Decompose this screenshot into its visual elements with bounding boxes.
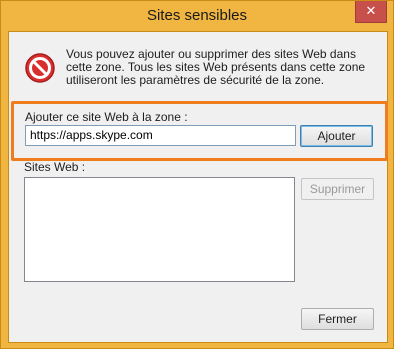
remove-button[interactable]: Supprimer [301, 178, 374, 200]
dialog-window: Sites sensibles ✕ Vous pouvez ajouter ou… [0, 0, 394, 349]
info-message: Vous pouvez ajouter ou supprimer des sit… [66, 47, 366, 87]
close-window-button[interactable]: ✕ [355, 1, 387, 23]
add-button[interactable]: Ajouter [300, 125, 373, 147]
dialog-content: Vous pouvez ajouter ou supprimer des sit… [8, 31, 388, 343]
window-title: Sites sensibles [146, 7, 248, 24]
add-site-input[interactable]: https://apps.skype.com [25, 125, 296, 146]
blocked-icon [25, 53, 55, 83]
add-site-label: Ajouter ce site Web à la zone : [25, 110, 188, 124]
close-button[interactable]: Fermer [301, 308, 374, 330]
title-bar[interactable]: Sites sensibles ✕ [1, 1, 393, 31]
sites-list-label: Sites Web : [24, 160, 86, 174]
close-icon: ✕ [365, 3, 377, 18]
sites-list[interactable] [24, 177, 295, 282]
